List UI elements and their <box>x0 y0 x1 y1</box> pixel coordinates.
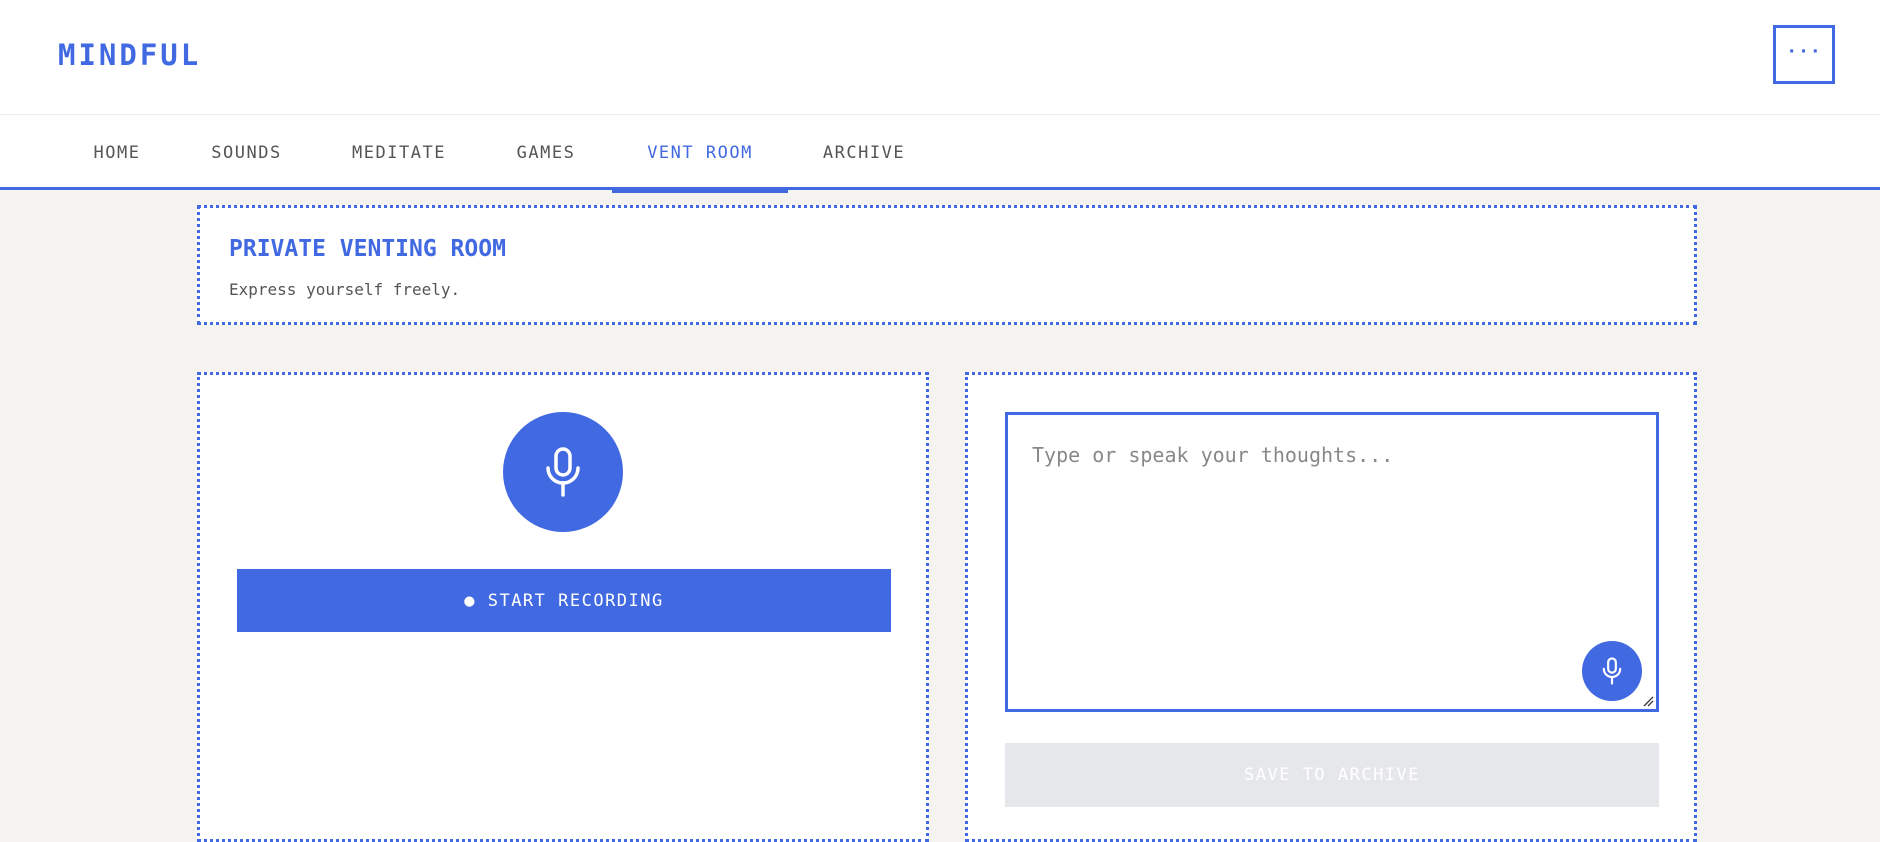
save-to-archive-button[interactable]: SAVE TO ARCHIVE <box>1005 743 1659 807</box>
page-title: PRIVATE VENTING ROOM <box>229 236 506 262</box>
more-icon: ··· <box>1786 41 1822 62</box>
tab-home[interactable]: HOME <box>58 115 176 190</box>
app-header: MINDFUL ··· <box>0 0 1880 115</box>
thoughts-textarea-wrapper <box>1005 412 1659 712</box>
more-menu-button[interactable]: ··· <box>1773 25 1835 84</box>
dictate-mic-button[interactable] <box>1582 641 1642 701</box>
start-recording-button[interactable]: ● START RECORDING <box>237 569 891 632</box>
tab-sounds[interactable]: SOUNDS <box>176 115 317 190</box>
record-mic-button[interactable] <box>503 412 623 532</box>
tab-games[interactable]: GAMES <box>481 115 611 190</box>
journal-card: SAVE TO ARCHIVE <box>965 372 1697 842</box>
tab-vent-room[interactable]: VENT ROOM <box>612 115 788 193</box>
microphone-icon <box>546 447 580 497</box>
thoughts-textarea[interactable] <box>1008 415 1656 709</box>
resize-handle-icon[interactable] <box>1642 695 1654 707</box>
voice-recorder-card: ● START RECORDING <box>197 372 929 842</box>
app-logo[interactable]: MINDFUL <box>58 38 201 72</box>
tab-archive[interactable]: ARCHIVE <box>788 115 940 190</box>
tab-meditate[interactable]: MEDITATE <box>317 115 481 190</box>
page-subtitle: Express yourself freely. <box>229 280 461 299</box>
main-nav: HOME SOUNDS MEDITATE GAMES VENT ROOM ARC… <box>0 115 1880 193</box>
intro-card: PRIVATE VENTING ROOM Express yourself fr… <box>197 205 1697 325</box>
microphone-icon <box>1602 657 1622 685</box>
